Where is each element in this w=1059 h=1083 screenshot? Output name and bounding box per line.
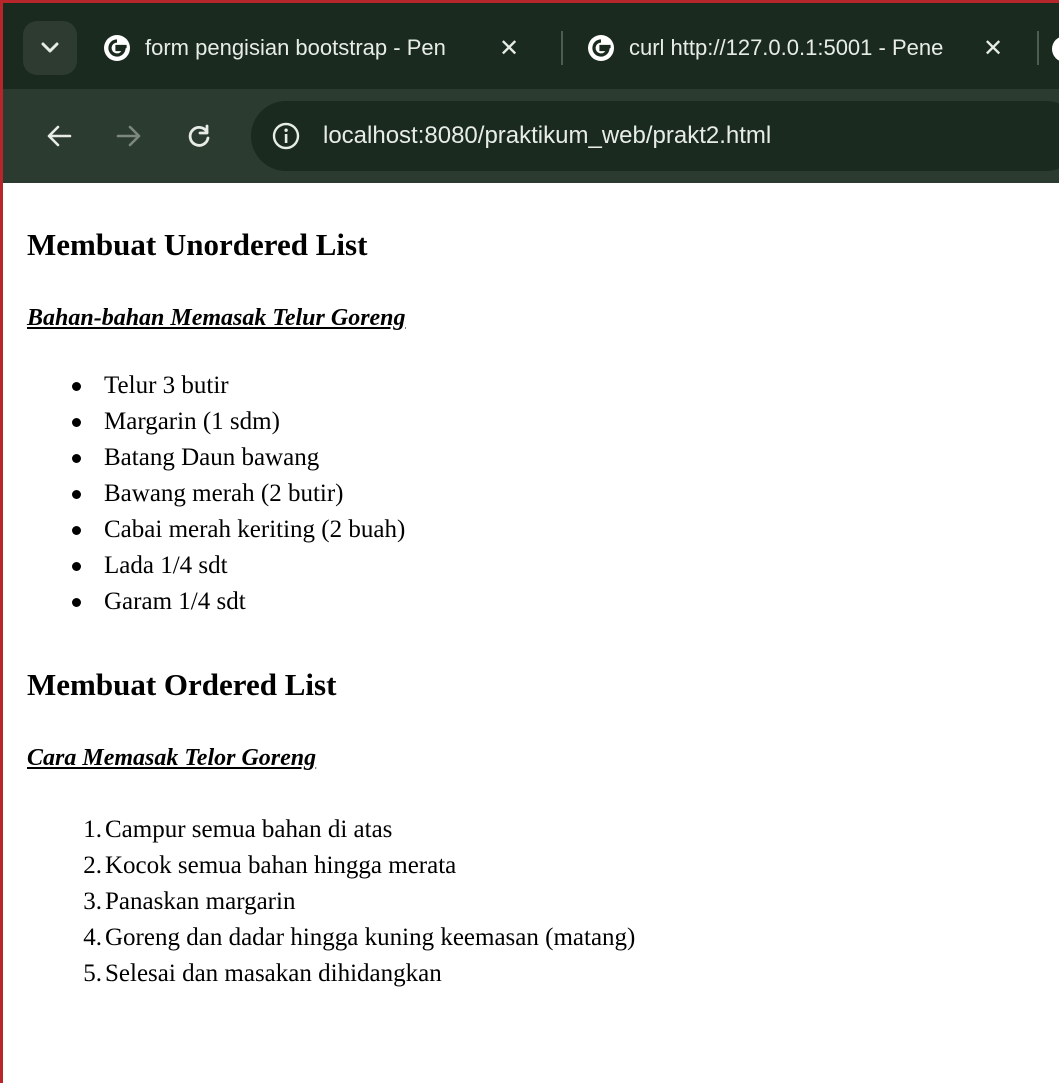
tab-search-button[interactable]	[23, 21, 77, 75]
list-item-text: Selesai dan masakan dihidangkan	[105, 960, 442, 987]
list-item: Batang Daun bawang	[27, 440, 727, 476]
list-item-text: Lada 1/4 sdt	[104, 552, 228, 579]
chevron-down-icon	[41, 42, 59, 53]
ordered-heading: Membuat Ordered List	[27, 667, 337, 702]
tab-title: form pengisian bootstrap - Pen	[145, 35, 446, 60]
list-item: Bawang merah (2 butir)	[27, 476, 727, 512]
list-item: Telur 3 butir	[27, 368, 727, 404]
list-item-text: Kocok semua bahan hingga merata	[105, 852, 457, 879]
steps-list: 1. Campur semua bahan di atas 2. Kocok semu…	[27, 812, 827, 992]
list-item-text: Panaskan margarin	[105, 888, 296, 915]
list-item: 1. Campur semua bahan di atas	[27, 812, 827, 848]
list-item-text: Cabai merah keriting (2 buah)	[104, 516, 406, 543]
steps-title: Cara Memasak Telor Goreng	[27, 745, 317, 771]
list-item: 4. Goreng dan dadar hingga kuning keemasa…	[27, 920, 827, 956]
list-item-number: 5.	[83, 960, 102, 987]
tab-form-pengisian[interactable]: form pengisian bootstrap - Pen ✕	[103, 15, 553, 81]
tab-strip: form pengisian bootstrap - Pen ✕ curl ht…	[3, 3, 1059, 89]
reload-button[interactable]	[179, 116, 219, 156]
address-bar[interactable]: localhost:8080/praktikum_web/prakt2.html	[251, 101, 1059, 171]
bullet-icon	[72, 598, 81, 607]
tab-title: curl http://127.0.0.1:5001 - Pene	[629, 35, 944, 60]
bullet-icon	[72, 382, 81, 391]
list-item-text: Garam 1/4 sdt	[104, 588, 246, 615]
list-item: 2. Kocok semua bahan hingga merata	[27, 848, 827, 884]
list-item: Margarin (1 sdm)	[27, 404, 727, 440]
list-item-number: 4.	[83, 924, 102, 951]
browser-toolbar: localhost:8080/praktikum_web/prakt2.html	[3, 89, 1059, 183]
list-item-text: Goreng dan dadar hingga kuning keemasan …	[105, 924, 636, 951]
list-item: Lada 1/4 sdt	[27, 548, 727, 584]
ingredients-title: Bahan-bahan Memasak Telur Goreng	[27, 305, 406, 331]
list-item-text: Margarin (1 sdm)	[104, 408, 280, 435]
list-item-text: Telur 3 butir	[104, 372, 229, 399]
bullet-icon	[72, 454, 81, 463]
google-icon	[104, 35, 130, 61]
tab-divider	[1037, 31, 1039, 65]
bullet-icon	[72, 490, 81, 499]
google-icon[interactable]	[1051, 35, 1059, 63]
forward-button[interactable]	[109, 116, 149, 156]
list-item-number: 2.	[83, 852, 102, 879]
back-button[interactable]	[39, 116, 79, 156]
list-item: 5. Selesai dan masakan dihidangkan	[27, 956, 827, 992]
arrow-right-icon	[116, 125, 141, 147]
list-item-number: 1.	[83, 816, 102, 843]
info-icon[interactable]	[271, 121, 301, 151]
list-item: Garam 1/4 sdt	[27, 584, 727, 620]
list-item-text: Bawang merah (2 butir)	[104, 480, 344, 507]
bullet-icon	[72, 418, 81, 427]
list-item: Cabai merah keriting (2 buah)	[27, 512, 727, 548]
ingredients-list: Telur 3 butir Margarin (1 sdm) Batang Daun…	[27, 368, 727, 620]
bullet-icon	[72, 562, 81, 571]
google-icon	[588, 35, 614, 61]
reload-icon	[188, 124, 210, 147]
list-item-number: 3.	[83, 888, 102, 915]
tab-divider	[561, 31, 563, 65]
tab-curl[interactable]: curl http://127.0.0.1:5001 - Pene ✕	[587, 15, 1059, 81]
tab-close-icon[interactable]: ✕	[499, 34, 519, 63]
list-item-text: Batang Daun bawang	[104, 444, 320, 471]
list-item-text: Campur semua bahan di atas	[105, 816, 393, 843]
tab-close-icon[interactable]: ✕	[983, 34, 1003, 63]
unordered-heading: Membuat Unordered List	[27, 227, 368, 262]
url-text[interactable]: localhost:8080/praktikum_web/prakt2.html	[323, 101, 771, 171]
list-item: 3. Panaskan margarin	[27, 884, 827, 920]
arrow-left-icon	[47, 125, 72, 147]
bullet-icon	[72, 526, 81, 535]
